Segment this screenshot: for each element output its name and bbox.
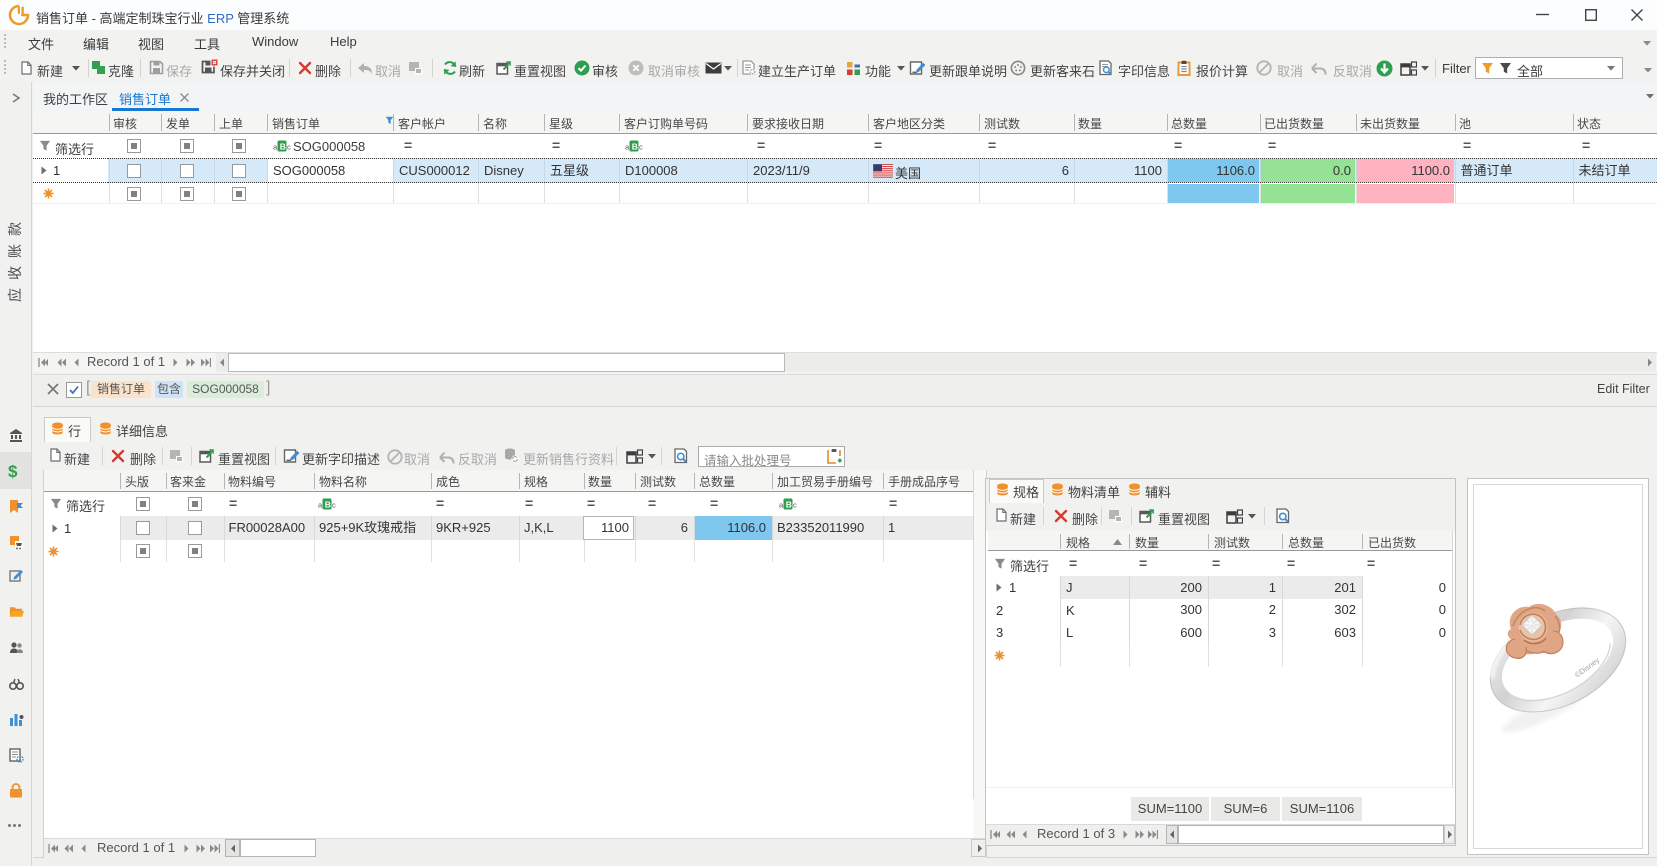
svg-text:c: c [639,143,643,152]
svg-text:B: B [786,499,792,509]
svg-text:c: c [287,143,291,152]
svg-text:B: B [632,141,638,151]
svg-text:c: c [793,501,797,510]
svg-text:a: a [318,501,323,510]
svg-text:B: B [325,499,331,509]
svg-text:a: a [625,143,630,152]
svg-text:a: a [273,143,278,152]
svg-text:B: B [280,141,286,151]
svg-text:c: c [332,501,336,510]
svg-text:a: a [779,501,784,510]
